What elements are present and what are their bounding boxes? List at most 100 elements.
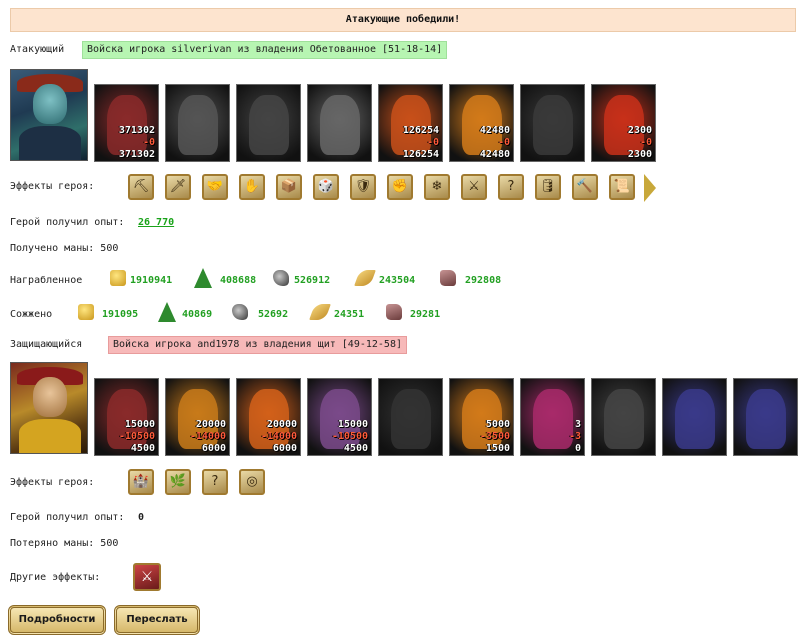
hero-effect-icon[interactable]: ✋ — [239, 174, 265, 200]
unit-card[interactable] — [591, 378, 656, 456]
attacker-name[interactable]: Войска игрока silverivan из владения Обе… — [82, 41, 448, 59]
defender-mana: Потеряно маны: 500 — [10, 538, 119, 549]
unit-figure — [178, 95, 218, 155]
ore-icon — [232, 304, 248, 320]
hero-effect-icon[interactable]: 📜 — [609, 174, 635, 200]
unit-figure — [746, 389, 786, 449]
unit-count: 6000 — [272, 443, 297, 454]
unit-card[interactable]: 2300 -0 2300 — [591, 84, 656, 162]
unit-count: -10500 — [118, 431, 155, 442]
defender-effects-label: Эффекты героя: — [10, 477, 95, 488]
unit-count: -3 — [568, 431, 581, 442]
stone-icon — [386, 304, 402, 320]
hero-effect-icon[interactable]: 🗡 — [165, 174, 191, 200]
hero-effect-icon[interactable]: ❄ — [424, 174, 450, 200]
unit-count: -0 — [142, 137, 155, 148]
unit-count: 6000 — [201, 443, 226, 454]
ore-icon — [273, 270, 289, 286]
other-effects-label: Другие эффекты: — [10, 572, 101, 583]
unit-card[interactable]: 126254 -0 126254 — [378, 84, 443, 162]
hero-effect-icon[interactable]: 🌿 — [165, 469, 191, 495]
unit-figure — [533, 389, 573, 449]
unit-card[interactable] — [165, 84, 230, 162]
unit-card[interactable] — [236, 84, 301, 162]
unit-count: -3500 — [479, 431, 510, 442]
hero-effect-icon[interactable]: 🎲 — [313, 174, 339, 200]
unit-count: 1500 — [485, 443, 510, 454]
attacker-hero-portrait[interactable] — [10, 69, 88, 161]
reward-gold: 1910941 — [130, 275, 173, 286]
hero-effect-icon[interactable]: 📦 — [276, 174, 302, 200]
defender-label: Защищающийся — [10, 339, 83, 350]
unit-count: 371302 — [118, 125, 155, 136]
unit-count: -10500 — [331, 431, 368, 442]
unit-count: 2300 — [627, 125, 652, 136]
unit-count: 42480 — [479, 149, 510, 160]
burned-grain: 24351 — [334, 309, 365, 320]
unit-count: -14000 — [189, 431, 226, 442]
unit-count: 3 — [574, 419, 581, 430]
reward-ore: 526912 — [294, 275, 331, 286]
unit-count: 371302 — [118, 149, 155, 160]
unit-card[interactable] — [662, 378, 727, 456]
forward-button[interactable]: Переслать — [114, 605, 200, 635]
unit-card[interactable]: 3 -3 0 — [520, 378, 585, 456]
wood-icon — [194, 268, 212, 288]
unit-count: 42480 — [479, 125, 510, 136]
hero-face — [33, 377, 67, 417]
reward-wood: 408688 — [220, 275, 257, 286]
unit-count: -0 — [426, 137, 439, 148]
hero-effect-icon[interactable]: 🤝 — [202, 174, 228, 200]
unit-card[interactable] — [307, 84, 372, 162]
defender-hero-portrait[interactable] — [10, 362, 88, 454]
unit-card[interactable] — [733, 378, 798, 456]
hero-effect-icon[interactable]: 🔨 — [572, 174, 598, 200]
defender-xp-label: Герой получил опыт: — [10, 512, 125, 523]
unit-card[interactable]: 20000 -14000 6000 — [236, 378, 301, 456]
hero-effect-icon[interactable]: ◎ — [239, 469, 265, 495]
hero-effect-icon[interactable]: 🛢 — [535, 174, 561, 200]
reward-stone: 292808 — [465, 275, 502, 286]
hero-face — [33, 84, 67, 124]
hero-effect-icon[interactable]: ? — [498, 174, 524, 200]
hero-effect-icon[interactable]: 🏰 — [128, 469, 154, 495]
hero-effect-icon[interactable]: ✊ — [387, 174, 413, 200]
grain-icon — [354, 270, 376, 286]
wood-icon — [158, 302, 176, 322]
unit-card[interactable]: 371302 -0 371302 — [94, 84, 159, 162]
unit-card[interactable]: 5000 -3500 1500 — [449, 378, 514, 456]
hero-effect-icon[interactable]: ⚔ — [461, 174, 487, 200]
unit-count: 20000 — [266, 419, 297, 430]
unit-card[interactable]: 20000 -14000 6000 — [165, 378, 230, 456]
details-button[interactable]: Подробности — [8, 605, 106, 635]
attacker-xp-link[interactable]: 26 770 — [138, 217, 174, 228]
unit-card[interactable] — [378, 378, 443, 456]
burned-ore: 52692 — [258, 309, 289, 320]
gold-icon — [78, 304, 94, 320]
unit-card[interactable]: 42480 -0 42480 — [449, 84, 514, 162]
unit-card[interactable]: 15000 -10500 4500 — [307, 378, 372, 456]
hero-effect-icon[interactable]: ⛏ — [128, 174, 154, 200]
stone-icon — [440, 270, 456, 286]
burned-gold: 191095 — [102, 309, 139, 320]
hero-effect-icon[interactable]: ? — [202, 469, 228, 495]
defender-name[interactable]: Войска игрока and1978 из владения щит [4… — [108, 336, 407, 354]
unit-count: 126254 — [402, 149, 439, 160]
unit-count: 0 — [574, 443, 581, 454]
hero-body — [19, 419, 81, 453]
hero-body — [19, 126, 81, 160]
unit-count: 15000 — [337, 419, 368, 430]
hero-effect-icon[interactable]: 🛡 — [350, 174, 376, 200]
other-effect-icon[interactable]: ⚔ — [133, 563, 161, 591]
attacker-mana: Получено маны: 500 — [10, 243, 119, 254]
unit-count: 2300 — [627, 149, 652, 160]
grain-icon — [309, 304, 331, 320]
unit-count: 4500 — [343, 443, 368, 454]
unit-figure — [675, 389, 715, 449]
unit-figure — [391, 389, 431, 449]
unit-count: 4500 — [130, 443, 155, 454]
effects-next-arrow-icon[interactable] — [644, 174, 656, 202]
unit-card[interactable]: 15000 -10500 4500 — [94, 378, 159, 456]
unit-card[interactable] — [520, 84, 585, 162]
unit-count: 20000 — [195, 419, 226, 430]
